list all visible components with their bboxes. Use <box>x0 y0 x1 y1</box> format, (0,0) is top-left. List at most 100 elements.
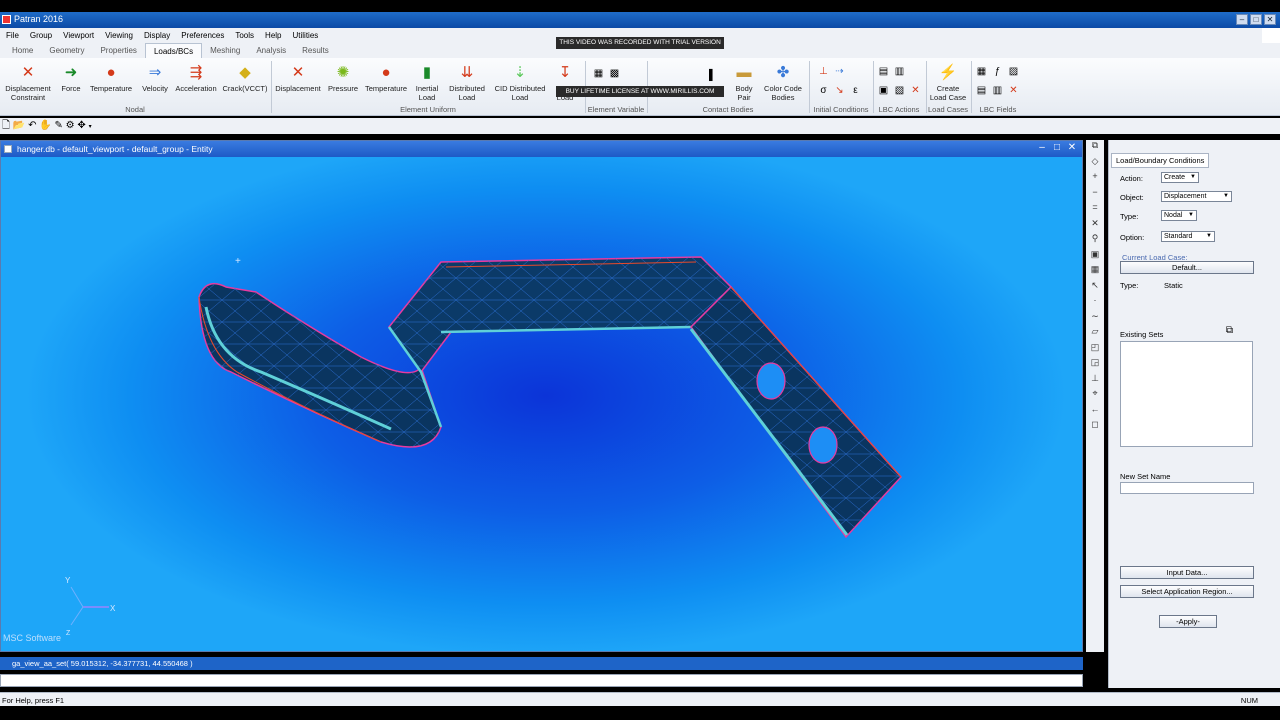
lbc-field-icon[interactable]: ▥ <box>991 85 1004 97</box>
new-icon[interactable]: 🗋 <box>2 120 10 131</box>
edit-icon[interactable]: ✎ <box>54 120 62 131</box>
menu-group[interactable]: Group <box>30 31 52 40</box>
title-bar: Patran 2016 – □ ✕ <box>0 12 1280 28</box>
lbc-field-icon[interactable]: ▤ <box>975 85 988 97</box>
contact-body-icon[interactable]: ▌ <box>706 70 719 82</box>
element-temperature-button[interactable]: ● Temperature <box>364 62 408 94</box>
menu-tools[interactable]: Tools <box>235 31 254 40</box>
viewport-minimize-button[interactable]: – <box>1036 142 1048 154</box>
existing-sets-list[interactable] <box>1120 341 1253 447</box>
menu-preferences[interactable]: Preferences <box>181 31 224 40</box>
acceleration-button[interactable]: ⇶ Acceleration <box>174 62 218 94</box>
tab-loads-bcs[interactable]: Loads/BCs <box>144 43 203 58</box>
initial-condition-icon[interactable]: ⇢ <box>833 66 846 78</box>
nodal-temperature-button[interactable]: ● Temperature <box>89 62 133 94</box>
move-icon[interactable]: ✥ <box>77 120 85 131</box>
cid-distributed-load-button[interactable]: ⇣ CID Distributed Load <box>492 62 548 103</box>
menu-viewport[interactable]: Viewport <box>63 31 94 40</box>
menu-viewing[interactable]: Viewing <box>105 31 133 40</box>
option-select[interactable]: Standard <box>1161 231 1215 242</box>
panel-tab[interactable]: Load/Boundary Conditions <box>1111 153 1210 168</box>
close-button[interactable]: ✕ <box>1264 14 1276 25</box>
viewport-maximize-button[interactable]: □ <box>1051 142 1063 154</box>
tab-results[interactable]: Results <box>294 43 337 58</box>
element-variable-icon[interactable]: ▩ <box>608 68 621 80</box>
chevron-down-icon[interactable]: ▾ <box>89 124 92 130</box>
surface-icon[interactable]: ▱ <box>1086 326 1104 342</box>
node-icon[interactable]: ⌖ <box>1086 388 1104 404</box>
tab-properties[interactable]: Properties <box>92 43 144 58</box>
zoom-out-icon[interactable]: − <box>1086 187 1104 203</box>
create-load-case-button[interactable]: ⚡ Create Load Case <box>928 62 968 103</box>
element-variable-icon[interactable]: ▦ <box>592 68 605 80</box>
initial-condition-icon[interactable]: ↘ <box>833 85 846 97</box>
tab-home[interactable]: Home <box>4 43 41 58</box>
new-set-name-input[interactable] <box>1120 482 1254 494</box>
select-application-region-button[interactable]: Select Application Region... <box>1120 585 1254 598</box>
axis-icon[interactable]: ⊥ <box>1086 373 1104 389</box>
undo-icon[interactable]: ↶ <box>28 120 36 131</box>
dot-icon[interactable]: · <box>1086 295 1104 311</box>
body-pair-button[interactable]: ▬ Body Pair <box>730 62 758 103</box>
object-select[interactable]: Displacement <box>1161 191 1232 202</box>
solid-icon[interactable]: ◲ <box>1086 357 1104 373</box>
distributed-load-button[interactable]: ⇊ Distributed Load <box>445 62 489 103</box>
maximize-button[interactable]: □ <box>1250 14 1262 25</box>
lbc-field-icon[interactable]: ▦ <box>975 66 988 78</box>
lbc-action-icon[interactable]: ▤ <box>877 66 890 78</box>
apply-button[interactable]: -Apply- <box>1159 615 1217 628</box>
initial-condition-icon[interactable]: ⊥ <box>817 66 830 78</box>
tab-meshing[interactable]: Meshing <box>202 43 248 58</box>
view-icon[interactable]: ◇ <box>1086 156 1104 172</box>
menu-utilities[interactable]: Utilities <box>293 31 319 40</box>
color-code-bodies-button[interactable]: ✤ Color Code Bodies <box>762 62 804 103</box>
filter-sets-icon[interactable]: ⧉ <box>1223 325 1236 337</box>
grid-icon[interactable]: ▦ <box>1086 264 1104 280</box>
menu-help[interactable]: Help <box>265 31 281 40</box>
lbc-field-icon[interactable]: ▨ <box>1007 66 1020 78</box>
menu-file[interactable]: File <box>6 31 19 40</box>
delete-icon[interactable]: ✕ <box>1007 85 1020 97</box>
zoom-in-icon[interactable]: + <box>1086 171 1104 187</box>
equal-icon[interactable]: = <box>1086 202 1104 218</box>
strain-icon[interactable]: ε <box>849 85 862 97</box>
input-data-button[interactable]: Input Data... <box>1120 566 1254 579</box>
close-icon[interactable]: ✕ <box>1086 218 1104 234</box>
lbc-action-icon[interactable]: ▧ <box>893 85 906 97</box>
graphics-viewport[interactable]: hanger.db - default_viewport - default_g… <box>0 140 1083 652</box>
settings-icon[interactable]: ⚙ <box>66 120 75 131</box>
pressure-button[interactable]: ✺ Pressure <box>326 62 360 94</box>
clipboard-icon[interactable]: ▣ <box>1086 249 1104 265</box>
element-icon[interactable]: ◻ <box>1086 419 1104 435</box>
tab-analysis[interactable]: Analysis <box>248 43 294 58</box>
pointer-icon[interactable]: ↖ <box>1086 280 1104 296</box>
view-icon[interactable]: ⧉ <box>1086 140 1104 156</box>
element-displacement-button[interactable]: ✕ Displacement <box>274 62 322 94</box>
tab-geometry[interactable]: Geometry <box>41 43 92 58</box>
filter-icon[interactable]: ⚲ <box>1086 233 1104 249</box>
nodal-displacement-button[interactable]: ✕ Displacement Constraint <box>3 62 53 103</box>
open-icon[interactable]: 📂 <box>13 120 25 131</box>
velocity-button[interactable]: ⇒ Velocity <box>138 62 172 94</box>
menu-display[interactable]: Display <box>144 31 170 40</box>
lbc-action-icon[interactable]: ▥ <box>893 66 906 78</box>
lbc-action-icon[interactable]: ▣ <box>877 85 890 97</box>
delete-icon[interactable]: ✕ <box>909 85 922 97</box>
bolt-hole <box>756 362 786 400</box>
action-select[interactable]: Create <box>1161 172 1199 183</box>
function-icon[interactable]: ƒ <box>991 66 1004 78</box>
curve-icon[interactable]: ∼ <box>1086 311 1104 327</box>
solid-icon[interactable]: ◰ <box>1086 342 1104 358</box>
minimize-button[interactable]: – <box>1236 14 1248 25</box>
cursor-crosshair: + <box>235 256 241 267</box>
force-button[interactable]: ➜ Force <box>56 62 86 94</box>
arrow-left-icon[interactable]: ← <box>1086 404 1104 420</box>
stress-icon[interactable]: σ <box>817 85 830 97</box>
type-select[interactable]: Nodal <box>1161 210 1197 221</box>
crack-vcct-button[interactable]: ◆ Crack(VCCT) <box>222 62 268 94</box>
current-load-case-button[interactable]: Default... <box>1120 261 1254 274</box>
viewport-close-button[interactable]: ✕ <box>1066 142 1078 154</box>
hand-icon[interactable]: ✋ <box>39 120 51 131</box>
command-input[interactable] <box>0 674 1083 687</box>
inertial-load-button[interactable]: ▮ Inertial Load <box>412 62 442 103</box>
